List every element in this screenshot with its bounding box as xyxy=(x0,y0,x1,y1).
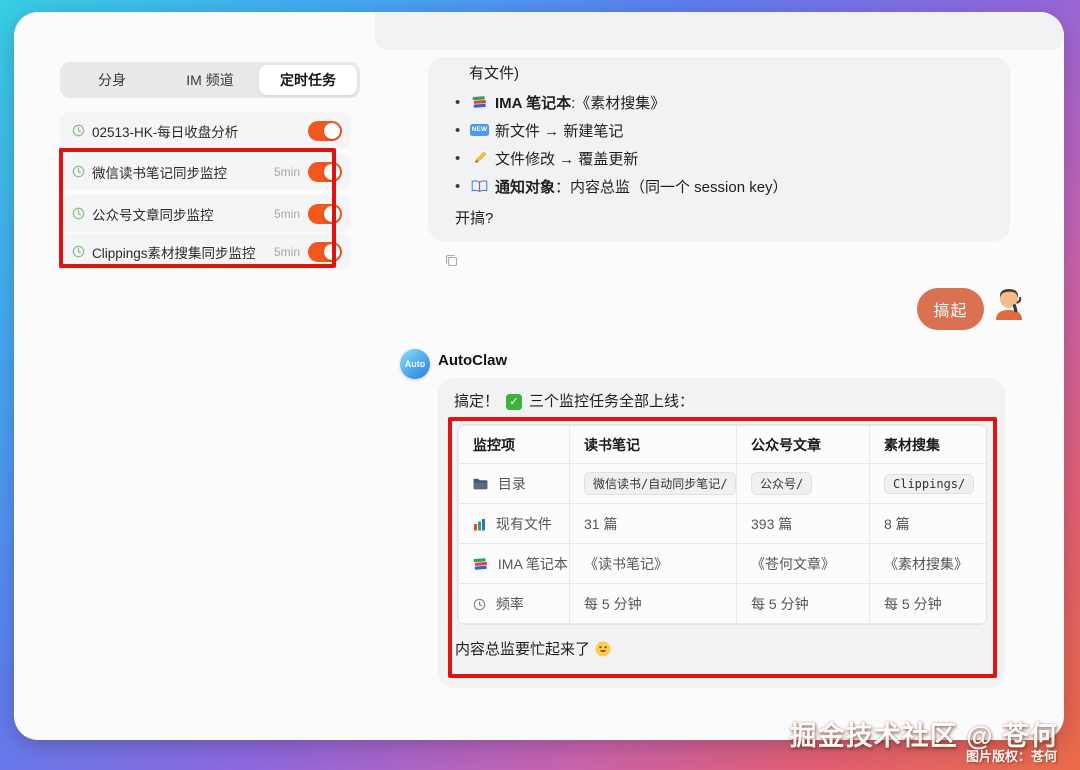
task-name: 公众号文章同步监控 xyxy=(92,204,274,224)
pencil-icon xyxy=(469,151,490,165)
table-row-frequency: 频率 每 5 分钟 每 5 分钟 每 5 分钟 xyxy=(459,584,988,624)
task-row-weread-sync[interactable]: 微信读书笔记同步监控 5min xyxy=(60,153,351,190)
table-row-existing-files: 现有文件 31 篇 393 篇 8 篇 xyxy=(459,504,988,544)
books-icon xyxy=(469,96,490,109)
task-toggle[interactable] xyxy=(308,121,342,141)
toggle-knob xyxy=(324,244,340,260)
previous-message-bubble-cutoff xyxy=(375,12,1064,50)
schedule-clock-icon xyxy=(72,165,85,178)
bar-chart-icon xyxy=(473,516,486,532)
tab-avatar[interactable]: 分身 xyxy=(63,65,161,95)
schedule-clock-icon xyxy=(72,124,85,137)
autoclaw-avatar: Auto xyxy=(400,349,430,379)
bot-message-bubble-list: 有文件) • IMA 笔记本:《素材搜集》 • NEW 新文件 → 新建笔记 •… xyxy=(428,57,1010,241)
table-header-row: 监控项 读书笔记 公众号文章 素材搜集 xyxy=(459,426,988,464)
tab-scheduled-tasks[interactable]: 定时任务 xyxy=(259,65,357,95)
task-interval: 5min xyxy=(274,207,300,221)
column-header: 公众号文章 xyxy=(737,426,870,464)
task-row-gzh-sync[interactable]: 公众号文章同步监控 5min xyxy=(60,195,351,232)
path-chip: 微信读书/自动同步笔记/ xyxy=(584,472,736,495)
status-line: 搞定！ ✓ 三个监控任务全部上线： xyxy=(454,390,989,414)
task-row-clippings-sync[interactable]: Clippings素材搜集同步监控 5min xyxy=(60,233,351,270)
toggle-knob xyxy=(324,206,340,222)
bullet-list: • IMA 笔记本:《素材搜集》 • NEW 新文件 → 新建笔记 • 文件修改… xyxy=(455,88,990,200)
monitor-table: 监控项 读书笔记 公众号文章 素材搜集 目录 微信读书/自动同步笔记/ 公众号/ xyxy=(457,424,987,625)
column-header: 读书笔记 xyxy=(570,426,737,464)
app-card: 分身 IM 频道 定时任务 02513-HK-每日收盘分析 微信读书笔记同步监控… xyxy=(14,12,1064,740)
toggle-knob xyxy=(324,164,340,180)
bot-name: AutoClaw xyxy=(438,352,507,369)
sidebar-tabbar: 分身 IM 频道 定时任务 xyxy=(60,62,360,98)
path-chip: Clippings/ xyxy=(884,474,974,494)
books-icon xyxy=(473,556,488,572)
task-name: 02513-HK-每日收盘分析 xyxy=(92,121,300,141)
user-message-bubble: 搞起 xyxy=(917,288,984,330)
message-closing-line: 内容总监要忙起来了 xyxy=(455,638,989,659)
copy-icon[interactable] xyxy=(444,253,459,268)
watermark-copyright: 图片版权：苍何 xyxy=(966,746,1057,765)
task-row-daily-close[interactable]: 02513-HK-每日收盘分析 xyxy=(60,112,351,149)
list-item: • 文件修改 → 覆盖更新 xyxy=(455,144,990,172)
column-header: 监控项 xyxy=(459,426,570,464)
table-row-ima-notebook: IMA 笔记本 《读书笔记》 《苍何文章》 《素材搜集》 xyxy=(459,544,988,584)
user-avatar xyxy=(990,284,1028,322)
clock-icon xyxy=(473,596,486,612)
column-header: 素材搜集 xyxy=(870,426,988,464)
schedule-clock-icon xyxy=(72,245,85,258)
smiley-icon xyxy=(595,641,611,657)
schedule-clock-icon xyxy=(72,207,85,220)
message-closing-line: 开搞? xyxy=(455,205,990,232)
task-toggle[interactable] xyxy=(308,162,342,182)
task-toggle[interactable] xyxy=(308,204,342,224)
tab-im-channel[interactable]: IM 频道 xyxy=(161,65,259,95)
task-name: 微信读书笔记同步监控 xyxy=(92,162,274,182)
check-icon: ✓ xyxy=(506,394,522,410)
list-item: • IMA 笔记本:《素材搜集》 xyxy=(455,88,990,116)
path-chip: 公众号/ xyxy=(751,472,812,495)
list-item: • NEW 新文件 → 新建笔记 xyxy=(455,116,990,144)
task-interval: 5min xyxy=(274,165,300,179)
table-row-directory: 目录 微信读书/自动同步笔记/ 公众号/ Clippings/ xyxy=(459,464,988,504)
folder-icon xyxy=(473,476,488,492)
task-name: Clippings素材搜集同步监控 xyxy=(92,242,274,262)
task-toggle[interactable] xyxy=(308,242,342,262)
new-icon: NEW xyxy=(469,124,490,136)
bot-message-bubble-table: 搞定！ ✓ 三个监控任务全部上线： 监控项 读书笔记 公众号文章 素材搜集 xyxy=(438,378,1005,688)
list-item: • 通知对象：内容总监（同一个 session key） xyxy=(455,172,990,200)
toggle-knob xyxy=(324,123,340,139)
message-continuation-line: 有文件) xyxy=(469,60,990,87)
open-book-icon xyxy=(469,180,490,193)
task-interval: 5min xyxy=(274,245,300,259)
